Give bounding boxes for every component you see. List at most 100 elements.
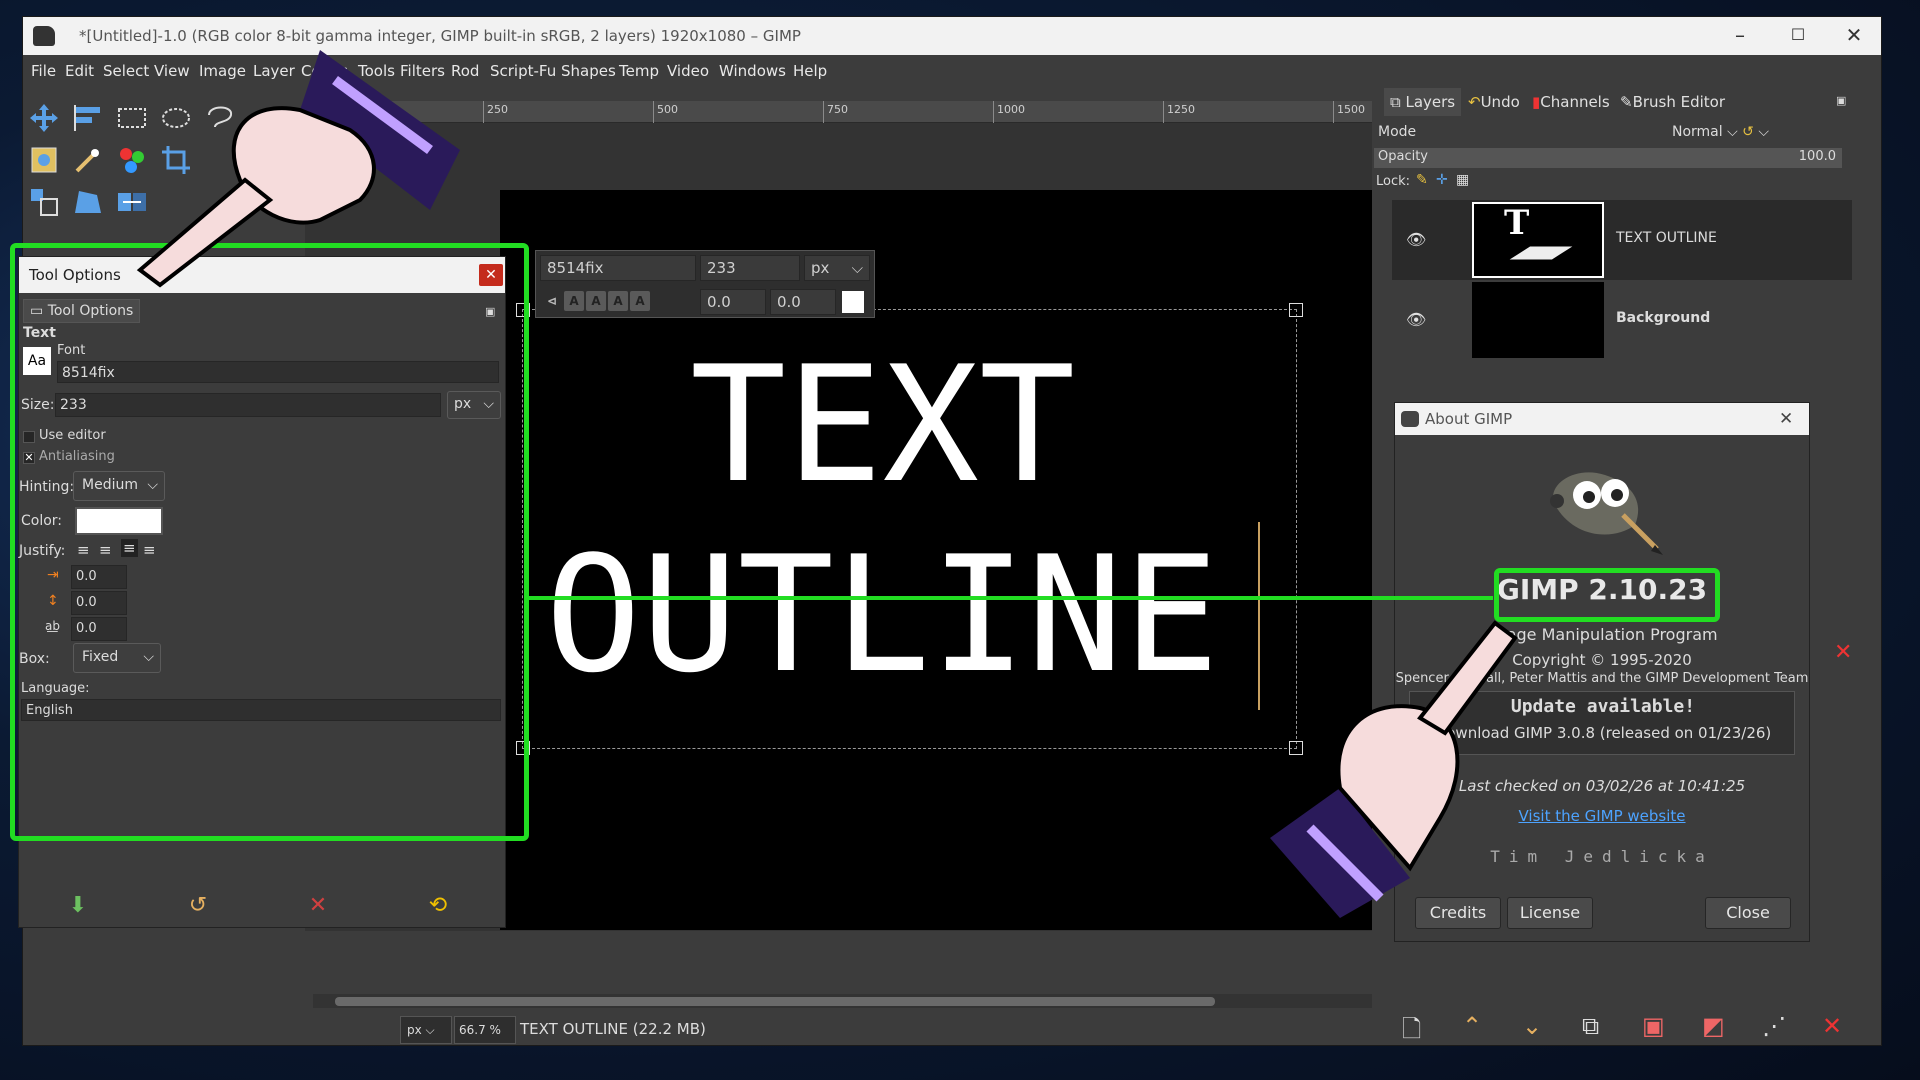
layer-thumbnail (1472, 282, 1604, 358)
ruler-label: 1250 (1167, 103, 1195, 116)
status-unit-dropdown[interactable]: px ⌵ (400, 1016, 452, 1044)
baseline-field[interactable]: 0.0 (700, 289, 766, 315)
fuzzy-select-icon[interactable] (71, 143, 105, 177)
mode-dropdown[interactable]: Normal ⌵ ↺ ⌵ (1672, 124, 1769, 140)
opacity-label: Opacity (1378, 149, 1429, 164)
lock-alpha-icon[interactable]: ▦ (1456, 172, 1469, 188)
layer-row-background[interactable]: 👁 Background (1392, 280, 1852, 360)
close-button[interactable]: ✕ (1825, 17, 1881, 55)
menu-script-fu[interactable]: Script-Fu (490, 62, 556, 80)
text-color-swatch[interactable] (842, 291, 864, 313)
ruler-label: 500 (657, 103, 678, 116)
highlight-box (10, 243, 529, 841)
delete-options-icon[interactable]: ✕ (303, 893, 333, 921)
tab-brush-editor-label: Brush Editor (1632, 93, 1726, 111)
foreground-select-icon[interactable] (27, 143, 61, 177)
ruler-label: 1500 (1337, 103, 1365, 116)
lower-layer-icon[interactable]: ⌄ (1522, 1012, 1542, 1040)
strikethrough-icon[interactable]: A (630, 291, 650, 311)
about-titlebar[interactable]: About GIMP ✕ (1395, 403, 1809, 435)
kerning-field[interactable]: 0.0 (770, 289, 836, 315)
canvas-text-line-2: OUTLINE (545, 521, 1220, 708)
tab-brush-editor[interactable]: ✎Brush Editor (1620, 88, 1725, 116)
clear-style-icon[interactable]: ⊲ (542, 291, 562, 311)
reset-mode-icon: ↺ (1742, 124, 1754, 140)
scale-tool-icon[interactable] (27, 185, 61, 219)
save-options-icon[interactable]: ⬇ (63, 893, 93, 921)
menu-temp[interactable]: Temp (619, 62, 659, 80)
ruler-label: 750 (827, 103, 848, 116)
tab-menu-icon[interactable]: ▣ (1836, 94, 1846, 107)
canvas-text-line-1: TEXT (690, 331, 1076, 518)
menu-file[interactable]: File (31, 62, 56, 80)
close-button[interactable]: Close (1705, 897, 1791, 929)
lock-label: Lock: (1376, 174, 1411, 189)
mode-value: Normal (1672, 124, 1723, 140)
zoom-dropdown[interactable]: 66.7 % (454, 1016, 516, 1044)
horizontal-scrollbar[interactable] (313, 994, 1373, 1008)
text-cursor (1258, 522, 1260, 710)
opacity-value: 100.0 (1798, 149, 1836, 164)
opacity-slider[interactable]: Opacity 100.0 (1374, 148, 1842, 168)
maximize-button[interactable]: ☐ (1769, 17, 1827, 55)
about-title: About GIMP (1425, 410, 1513, 428)
highlight-box (1494, 568, 1720, 622)
path-icon[interactable]: ⋰ (1762, 1012, 1786, 1040)
tab-undo-label: Undo (1480, 93, 1520, 111)
menu-shapes[interactable]: Shapes (561, 62, 616, 80)
new-layer-icon[interactable]: 🗋 (1402, 1012, 1421, 1053)
lock-position-icon[interactable]: ✛ (1436, 172, 1448, 188)
menu-help[interactable]: Help (793, 62, 827, 80)
tab-layers[interactable]: ⧉ Layers (1384, 88, 1462, 116)
menu-edit[interactable]: Edit (65, 62, 94, 80)
merge-layer-icon[interactable]: ▣ (1642, 1012, 1665, 1040)
minimize-button[interactable]: – (1711, 17, 1769, 55)
close-icon[interactable]: ✕ (1779, 409, 1793, 429)
duplicate-layer-icon[interactable]: ⧉ (1582, 1012, 1599, 1040)
toolbar-unit-label: px (811, 259, 830, 277)
tab-undo[interactable]: ↶Undo (1468, 88, 1520, 116)
reset-options-icon[interactable]: ⟲ (423, 893, 453, 921)
scrollbar-thumb[interactable] (335, 997, 1215, 1006)
resize-handle[interactable] (1289, 303, 1303, 317)
restore-options-icon[interactable]: ↺ (183, 893, 213, 921)
mask-layer-icon[interactable]: ◩ (1702, 1012, 1725, 1040)
ruler-label: 1000 (997, 103, 1025, 116)
zoom-label: 66.7 % (459, 1023, 501, 1037)
chevron-down-icon: ⌵ (425, 1023, 435, 1037)
raise-layer-icon[interactable]: ⌃ (1462, 1012, 1482, 1040)
move-tool-icon[interactable] (27, 101, 61, 135)
perspective-tool-icon[interactable] (71, 185, 105, 219)
underline-icon[interactable]: A (608, 291, 628, 311)
status-unit-label: px (407, 1023, 422, 1037)
pointing-hand-icon (130, 40, 460, 304)
gimp-app-icon (1401, 411, 1419, 427)
horizontal-ruler: 250 500 750 1000 1250 1500 (305, 101, 1395, 123)
ruler-label: 250 (487, 103, 508, 116)
delete-layer-icon[interactable]: ✕ (1822, 1012, 1842, 1040)
chevron-down-icon: ⌵ (851, 259, 863, 277)
toolbar-size-field[interactable]: 233 (700, 255, 800, 281)
connector-line (529, 596, 1493, 600)
on-canvas-text-toolbar: 8514fix 233 px ⌵ ⊲ A A A A 0.0 0.0 (535, 250, 875, 318)
status-info: TEXT OUTLINE (22.2 MB) (520, 1020, 706, 1038)
toolbar-font-field[interactable]: 8514fix (540, 255, 696, 281)
toolbar-unit-dropdown[interactable]: px ⌵ (804, 255, 870, 281)
align-tool-icon[interactable] (71, 101, 105, 135)
layer-row-text-outline[interactable]: 👁 T TEXT OUTLINE (1392, 200, 1852, 280)
layers-icon: ⧉ (1390, 93, 1406, 111)
layer-name[interactable]: Background (1616, 310, 1710, 326)
layer-thumbnail: T (1472, 202, 1604, 278)
menu-video[interactable]: Video (667, 62, 709, 80)
eye-icon[interactable]: 👁 (1406, 310, 1426, 329)
mode-label: Mode (1378, 124, 1417, 140)
italic-icon[interactable]: A (586, 291, 606, 311)
tab-channels[interactable]: ▮Channels (1532, 88, 1610, 116)
menu-windows[interactable]: Windows (719, 62, 786, 80)
eye-icon[interactable]: 👁 (1406, 230, 1426, 249)
delete-icon[interactable]: ✕ (1834, 640, 1852, 665)
layer-name[interactable]: TEXT OUTLINE (1616, 230, 1717, 246)
lock-pixels-icon[interactable]: ✎ (1416, 172, 1428, 188)
wilber-mascot-icon (1535, 445, 1665, 559)
bold-icon[interactable]: A (564, 291, 584, 311)
